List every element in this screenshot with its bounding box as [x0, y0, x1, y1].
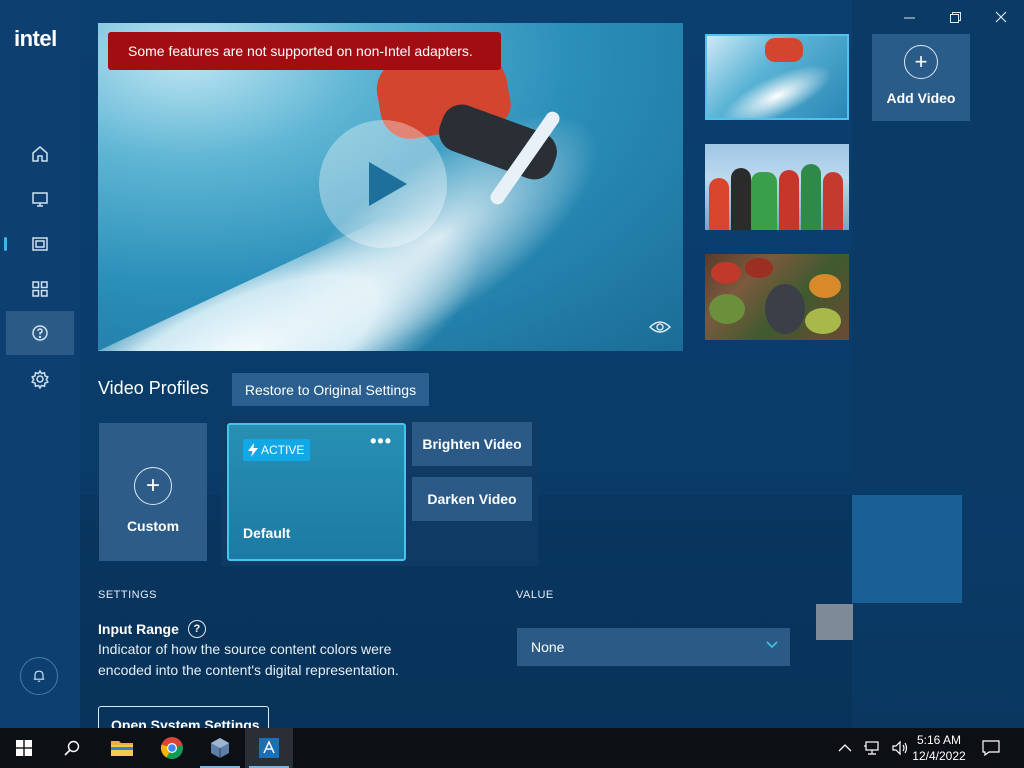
chevron-up-icon[interactable] [838, 743, 852, 753]
decorative-square [852, 495, 962, 603]
input-range-label: Input Range [98, 621, 179, 637]
play-button[interactable] [319, 120, 447, 248]
profile-card-darken-video[interactable]: Darken Video [412, 477, 532, 521]
active-badge-label: ACTIVE [261, 443, 305, 457]
chrome-icon [160, 737, 183, 759]
restore-button[interactable] [940, 6, 970, 28]
system-tray [838, 728, 914, 768]
intel-logo: intel [14, 26, 57, 51]
input-range-dropdown[interactable]: None [517, 628, 790, 666]
thumbnail-person [709, 178, 729, 230]
active-badge: ACTIVE [243, 439, 311, 461]
video-profiles-title: Video Profiles [98, 378, 209, 398]
sidebar-item-video[interactable] [6, 222, 74, 266]
thumbnail-person [779, 170, 799, 230]
thumbnail-person [801, 164, 821, 230]
taskbar-clock[interactable]: 5:16 AM 12/4/2022 [905, 732, 973, 764]
video-icon [32, 237, 48, 251]
help-circle-icon [32, 325, 48, 341]
action-center-button[interactable] [968, 728, 1014, 768]
clock-date: 12/4/2022 [912, 749, 966, 763]
eye-icon[interactable] [649, 320, 671, 334]
intel-graphics-icon [259, 738, 279, 758]
sidebar-item-home[interactable] [6, 132, 74, 176]
thumbnail-person [751, 172, 777, 230]
profile-card-default[interactable]: ACTIVE ••• Default [227, 423, 406, 561]
thumbnail-produce [809, 274, 841, 298]
sidebar: intel [0, 0, 80, 728]
default-profile-label: Default [243, 525, 291, 541]
notifications-button[interactable] [20, 657, 58, 695]
intel-graphics-app: intel Some features are not supported on… [0, 0, 1024, 728]
sidebar-item-settings[interactable] [6, 357, 74, 401]
thumbnail-person [823, 172, 843, 230]
apps-icon [32, 281, 48, 297]
clock-time: 5:16 AM [916, 733, 962, 747]
display-icon [32, 192, 48, 207]
add-video-button[interactable]: + Add Video [872, 34, 970, 121]
thumbnail-produce [745, 258, 773, 278]
network-icon[interactable] [863, 740, 881, 756]
thumbnail-produce [711, 262, 741, 284]
sidebar-item-display[interactable] [6, 177, 74, 221]
input-range-value: None [531, 639, 565, 655]
more-options-button[interactable]: ••• [370, 431, 392, 452]
add-video-label: Add Video [886, 90, 956, 106]
thumbnail-person [765, 284, 805, 334]
notification-icon [982, 740, 1000, 756]
input-range-setting: Input Range ? [98, 620, 206, 638]
custom-profile-button[interactable]: + Custom [99, 423, 207, 561]
decorative-square-small [816, 604, 853, 640]
thumbnail-produce [709, 294, 745, 324]
profile-card-brighten-video[interactable]: Brighten Video [412, 422, 532, 466]
minimize-button[interactable] [894, 6, 924, 28]
video-thumbnail-snowboard[interactable] [705, 34, 849, 120]
windows-logo-icon [16, 740, 32, 756]
play-icon [369, 162, 407, 206]
search-button[interactable] [48, 728, 96, 768]
open-system-settings-button[interactable]: Open System Settings [98, 706, 269, 728]
plus-icon: + [904, 45, 938, 79]
close-icon [995, 11, 1007, 23]
taskbar-chrome[interactable] [148, 728, 196, 768]
windows-taskbar: 5:16 AM 12/4/2022 [0, 728, 1024, 768]
lightning-icon [248, 443, 258, 457]
video-thumbnail-people[interactable] [705, 144, 849, 230]
video-preview[interactable]: Some features are not supported on non-I… [98, 23, 683, 351]
thumbnail-snowboarder [765, 38, 803, 62]
bell-icon [33, 670, 45, 682]
thumbnail-produce [805, 308, 841, 334]
input-range-description: Indicator of how the source content colo… [98, 641, 399, 678]
sidebar-item-apps[interactable] [6, 267, 74, 311]
gear-icon [31, 369, 49, 389]
video-thumbnail-market[interactable] [705, 254, 849, 340]
sidebar-item-help[interactable] [6, 311, 74, 355]
taskbar-file-explorer[interactable] [98, 728, 146, 768]
unsupported-adapter-banner: Some features are not supported on non-I… [108, 32, 501, 70]
virtualbox-icon [211, 738, 229, 758]
restore-icon [949, 11, 961, 23]
value-column-header: VALUE [516, 589, 554, 601]
thumbnail-spray [714, 52, 840, 118]
plus-icon: + [134, 467, 172, 505]
chevron-down-icon [766, 641, 778, 649]
close-button[interactable] [986, 6, 1016, 28]
taskbar-intel-graphics[interactable] [245, 728, 293, 768]
folder-icon [111, 741, 133, 756]
start-button[interactable] [0, 728, 48, 768]
search-icon [64, 740, 80, 756]
thumbnail-person [731, 168, 751, 230]
settings-column-header: SETTINGS [98, 589, 158, 601]
question-icon[interactable]: ? [187, 620, 206, 638]
home-icon [32, 146, 48, 162]
restore-original-settings-button[interactable]: Restore to Original Settings [232, 373, 429, 406]
minimize-icon [903, 17, 915, 18]
taskbar-virtualbox[interactable] [196, 728, 244, 768]
custom-profile-label: Custom [126, 518, 180, 534]
